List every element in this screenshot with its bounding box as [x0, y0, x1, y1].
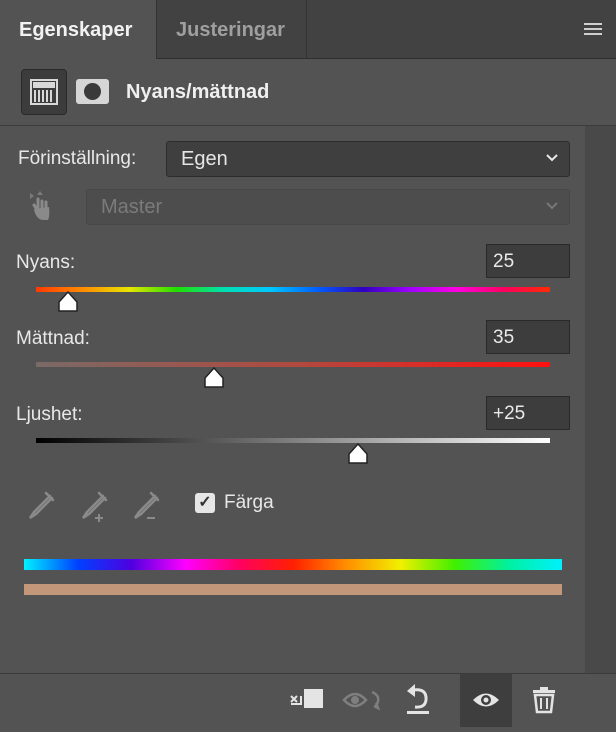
tab-properties[interactable]: Egenskaper [0, 0, 156, 59]
preset-label: Förinställning: [18, 148, 137, 169]
preset-dropdown[interactable]: Egen [166, 141, 570, 177]
saturation-slider-track[interactable] [36, 362, 550, 367]
tab-adjustments[interactable]: Justeringar [156, 0, 307, 58]
saturation-slider-thumb[interactable] [202, 366, 226, 390]
adjustment-title: Nyans/mättnad [126, 81, 270, 103]
eyedropper-subtract-icon[interactable] [129, 488, 165, 529]
channel-dropdown: Master [86, 189, 570, 225]
colorize-label: Färga [224, 492, 274, 513]
saturation-input[interactable]: 35 [486, 320, 570, 354]
hue-slider-thumb[interactable] [56, 290, 80, 314]
lightness-input[interactable]: +25 [486, 396, 570, 430]
hue-input[interactable]: 25 [486, 244, 570, 278]
preset-value: Egen [181, 148, 228, 170]
chevron-down-icon [545, 148, 559, 171]
view-previous-state-icon[interactable] [338, 674, 390, 727]
properties-footer [0, 673, 616, 727]
clip-to-layer-icon[interactable] [283, 674, 335, 727]
lightness-slider-track[interactable] [36, 438, 550, 443]
hue-saturation-icon[interactable] [21, 69, 67, 115]
hue-slider-track[interactable] [36, 287, 550, 292]
chevron-down-icon [545, 196, 559, 219]
channel-value: Master [101, 196, 163, 218]
input-spectrum-bar [24, 559, 562, 570]
hue-label: Nyans: [16, 252, 76, 273]
saturation-label: Mättnad: [16, 328, 90, 349]
targeted-adjustment-hand-icon[interactable] [24, 189, 58, 223]
output-spectrum-bar [24, 584, 562, 595]
properties-header: Nyans/mättnad [0, 59, 616, 126]
hamburger-menu-icon[interactable] [584, 23, 602, 38]
lightness-label: Ljushet: [16, 404, 83, 425]
scrollbar-track[interactable] [585, 126, 616, 673]
visibility-eye-icon[interactable] [460, 674, 512, 727]
lightness-slider-thumb[interactable] [346, 442, 370, 466]
mask-icon[interactable] [76, 79, 109, 104]
colorize-checkbox[interactable]: ✓ [195, 493, 215, 513]
reset-icon[interactable] [393, 674, 445, 727]
panel-tab-bar: Egenskaper Justeringar [0, 0, 616, 59]
trash-icon[interactable] [518, 674, 570, 727]
eyedropper-icon[interactable] [24, 488, 60, 529]
eyedropper-add-icon[interactable] [77, 488, 113, 529]
